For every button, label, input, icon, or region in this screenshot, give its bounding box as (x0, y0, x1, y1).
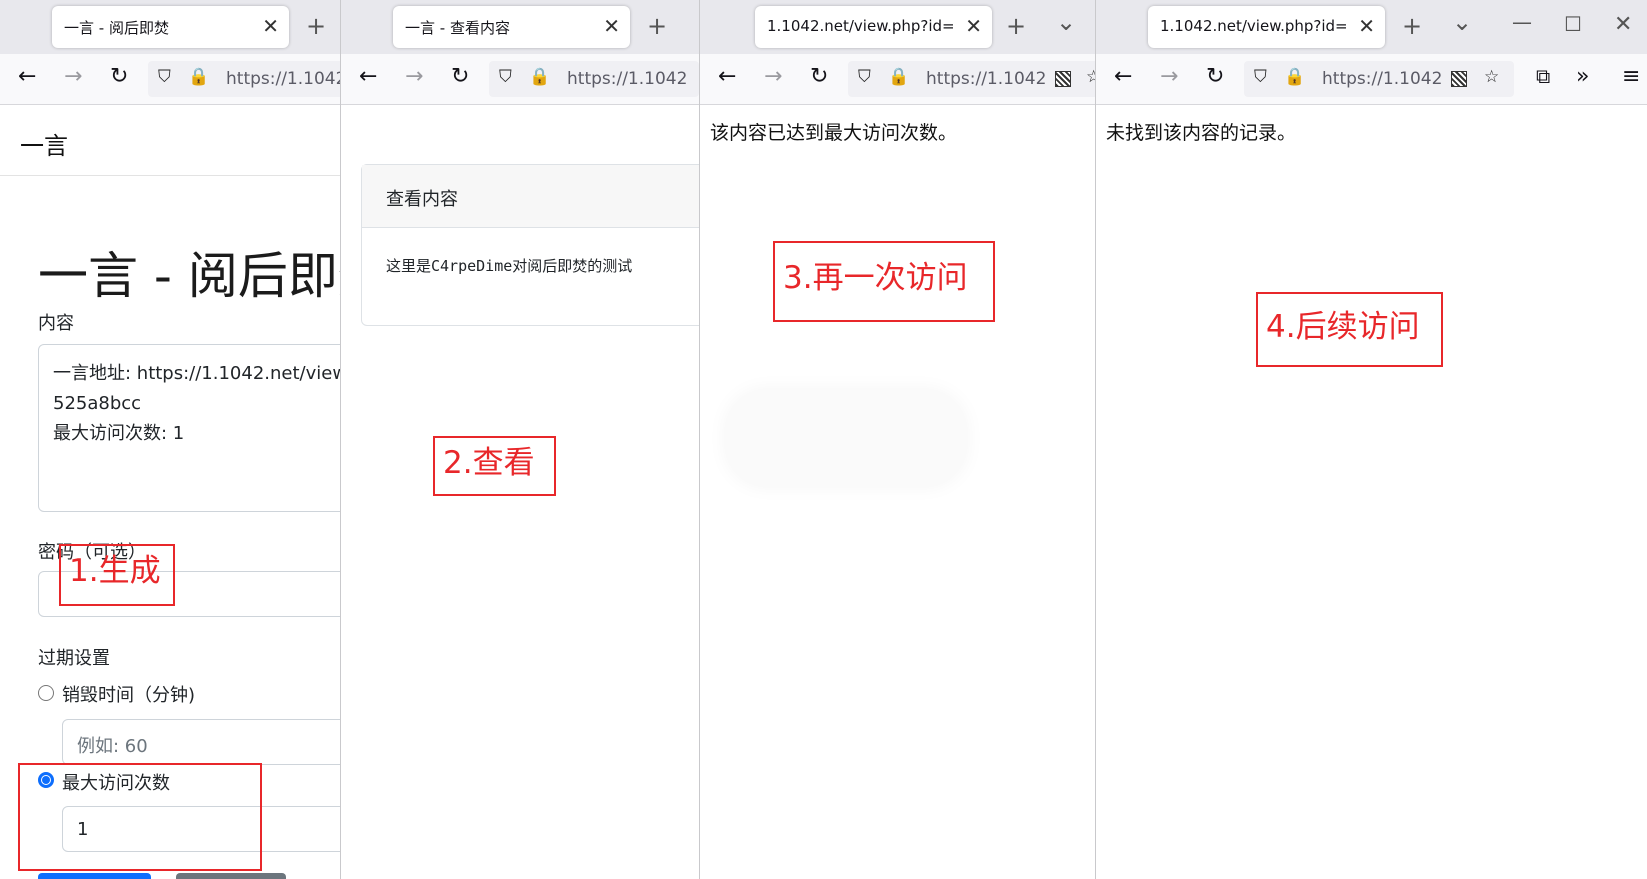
expiry-label: 过期设置 (38, 648, 110, 669)
browser-window-revisit: 1.1042.net/view.php?id=32 ✕ + ⌄ ← → ↻ ⛉ … (699, 0, 1096, 879)
annotation-highlight-max-visits (18, 763, 262, 871)
nav-toolbar: ← → ↻ ⛉ 🔒 https://1.1042 (0, 54, 341, 105)
view-card: 查看内容 这里是C4rpeDime对阅后即焚的测试 (361, 164, 701, 326)
nav-toolbar: ← → ↻ ⛉ 🔒 https://1.1042 ☆ ⧉ » ≡ (1096, 54, 1647, 105)
url-text[interactable]: https://1.1042 (926, 69, 1046, 89)
url-text[interactable]: https://1.1042 (226, 69, 341, 89)
tab-revisit[interactable]: 1.1042.net/view.php?id=32 ✕ (755, 6, 992, 48)
hamburger-menu-icon[interactable]: ≡ (1622, 64, 1640, 89)
site-navbar: 一言 (0, 104, 341, 176)
url-bar[interactable]: ⛉ 🔒 https://1.1042 (489, 61, 699, 97)
annotation-step-2: 2.查看 (433, 436, 556, 496)
destroy-time-input[interactable]: 例如: 60 (62, 719, 341, 765)
nav-toolbar: ← → ↻ ⛉ 🔒 https://1.1042 (341, 54, 701, 105)
tab-close-icon[interactable]: ✕ (965, 14, 982, 38)
radio-destroy-time[interactable] (38, 685, 54, 701)
radio-destroy-time-label[interactable]: 销毁时间（分钟) (62, 681, 195, 707)
reload-icon[interactable]: ↻ (810, 64, 828, 89)
extensions-icon[interactable]: ⧉ (1536, 64, 1550, 88)
tab-title: 1.1042.net/view.php?id=32 (1160, 17, 1348, 35)
forward-icon[interactable]: → (764, 64, 782, 89)
annotation-step-2-text: 2.查看 (443, 445, 535, 481)
not-found-message: 未找到该内容的记录。 (1106, 122, 1297, 144)
page-title: 一言 - 阅后即焚 (38, 247, 341, 305)
annotation-step-3: 3.再一次访问 (773, 241, 995, 322)
lock-icon[interactable]: 🔒 (188, 67, 209, 87)
tab-title: 一言 - 查看内容 (405, 19, 510, 37)
qr-code-icon[interactable] (1055, 71, 1071, 87)
back-icon[interactable]: ← (18, 64, 36, 89)
tab-strip: 1.1042.net/view.php?id=32 ✕ + ⌄ — ☐ ✕ (1096, 0, 1647, 54)
shield-icon[interactable]: ⛉ (1254, 67, 1267, 87)
reload-icon[interactable]: ↻ (1206, 64, 1224, 89)
nav-toolbar: ← → ↻ ⛉ 🔒 https://1.1042 ☆ (700, 54, 1096, 105)
annotation-step-1-text: 1.生成 (69, 553, 161, 589)
annotation-step-4: 4.后续访问 (1256, 292, 1443, 367)
tab-view[interactable]: 一言 - 查看内容 ✕ (393, 6, 630, 48)
tab-title: 一言 - 阅后即焚 (64, 19, 169, 37)
tab-title: 1.1042.net/view.php?id=32 (767, 17, 955, 35)
card-body-text: 这里是C4rpeDime对阅后即焚的测试 (386, 257, 633, 275)
star-icon[interactable]: ☆ (1484, 67, 1499, 87)
back-icon[interactable]: ← (718, 64, 736, 89)
new-tab-icon[interactable]: + (1402, 12, 1422, 40)
destroy-time-placeholder: 例如: 60 (77, 736, 148, 757)
back-icon[interactable]: ← (359, 64, 377, 89)
tab-close-icon[interactable]: ✕ (603, 14, 620, 38)
url-bar[interactable]: ⛉ 🔒 https://1.1042 ☆ (1244, 61, 1514, 97)
tab-close-icon[interactable]: ✕ (1358, 14, 1375, 38)
annotation-step-4-text: 4.后续访问 (1266, 309, 1420, 345)
back-icon[interactable]: ← (1114, 64, 1132, 89)
shield-icon[interactable]: ⛉ (499, 67, 512, 87)
url-text[interactable]: https://1.1042 (1322, 69, 1442, 89)
new-tab-icon[interactable]: + (647, 12, 667, 40)
url-bar[interactable]: ⛉ 🔒 https://1.1042 (148, 61, 341, 97)
content-line: 最大访问次数: 1 (53, 423, 185, 444)
tab-list-dropdown-icon[interactable]: ⌄ (1056, 8, 1076, 36)
forward-icon[interactable]: → (1160, 64, 1178, 89)
faded-overlay (726, 390, 966, 486)
annotation-step-3-text: 3.再一次访问 (783, 260, 968, 296)
forward-icon[interactable]: → (405, 64, 423, 89)
card-header: 查看内容 (362, 165, 701, 228)
overflow-menu-icon[interactable]: » (1576, 64, 1589, 89)
tab-generate[interactable]: 一言 - 阅后即焚 ✕ (52, 6, 289, 48)
annotation-step-1: 1.生成 (59, 544, 175, 606)
reload-icon[interactable]: ↻ (451, 64, 469, 89)
window-close-icon[interactable]: ✕ (1614, 12, 1632, 37)
tab-strip: 一言 - 阅后即焚 ✕ + (0, 0, 341, 54)
max-visits-message: 该内容已达到最大访问次数。 (710, 122, 958, 144)
tab-close-icon[interactable]: ✕ (262, 14, 279, 38)
reset-button[interactable] (176, 873, 286, 879)
content-line: 一言地址: https://1.1042.net/view (53, 363, 341, 384)
lock-icon[interactable]: 🔒 (529, 67, 550, 87)
submit-button[interactable] (38, 873, 151, 879)
card-header-text: 查看内容 (386, 189, 458, 210)
maximize-icon[interactable]: ☐ (1564, 12, 1582, 36)
url-text[interactable]: https://1.1042 (567, 69, 687, 89)
content-textarea[interactable]: 一言地址: https://1.1042.net/view 525a8bcc 最… (38, 344, 341, 512)
tab-strip: 1.1042.net/view.php?id=32 ✕ + ⌄ (700, 0, 1096, 54)
url-bar[interactable]: ⛉ 🔒 https://1.1042 ☆ (848, 61, 1096, 97)
new-tab-icon[interactable]: + (306, 12, 326, 40)
minimize-icon[interactable]: — (1512, 10, 1532, 34)
new-tab-icon[interactable]: + (1006, 12, 1026, 40)
lock-icon[interactable]: 🔒 (1284, 67, 1305, 87)
tab-subsequent[interactable]: 1.1042.net/view.php?id=32 ✕ (1148, 6, 1385, 48)
content-line: 525a8bcc (53, 393, 142, 414)
lock-icon[interactable]: 🔒 (888, 67, 909, 87)
browser-window-subsequent: 1.1042.net/view.php?id=32 ✕ + ⌄ — ☐ ✕ ← … (1095, 0, 1647, 879)
content-label: 内容 (38, 313, 74, 334)
reload-icon[interactable]: ↻ (110, 64, 128, 89)
browser-window-generate: 一言 - 阅后即焚 ✕ + ← → ↻ ⛉ 🔒 https://1.1042 一… (0, 0, 341, 879)
shield-icon[interactable]: ⛉ (158, 67, 171, 87)
brand[interactable]: 一言 (20, 126, 68, 161)
forward-icon[interactable]: → (64, 64, 82, 89)
tab-list-dropdown-icon[interactable]: ⌄ (1452, 8, 1472, 36)
tab-strip: 一言 - 查看内容 ✕ + (341, 0, 701, 54)
shield-icon[interactable]: ⛉ (858, 67, 871, 87)
qr-code-icon[interactable] (1451, 71, 1467, 87)
